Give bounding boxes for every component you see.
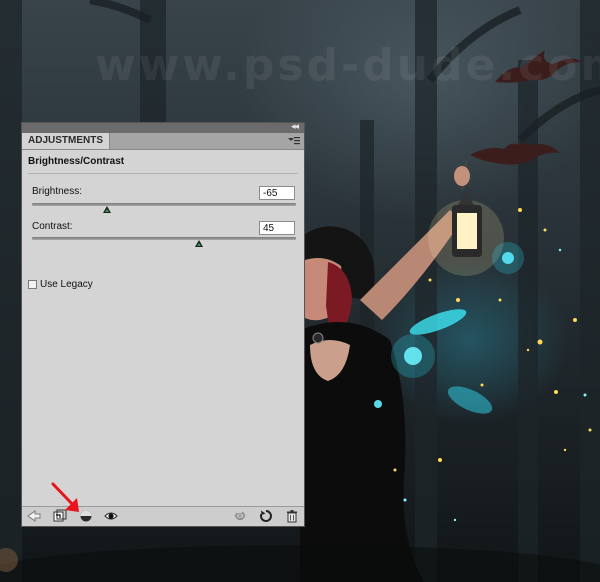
brightness-value-input[interactable]	[259, 186, 295, 200]
use-legacy-label: Use Legacy	[40, 279, 93, 290]
reset-icon[interactable]	[259, 509, 273, 523]
panel-tab-bar: ADJUSTMENTS	[22, 133, 304, 150]
title-divider	[28, 173, 298, 174]
view-previous-icon[interactable]	[233, 509, 247, 523]
use-legacy-checkbox[interactable]	[28, 280, 37, 289]
annotation-arrow-icon	[51, 482, 79, 512]
contrast-slider-thumb[interactable]	[195, 240, 204, 247]
canvas-scene: www.psd-dude.com ◂◂ ADJUSTMENTS Brightne…	[0, 0, 600, 582]
eye-icon[interactable]	[104, 509, 118, 523]
adjustments-panel: ◂◂ ADJUSTMENTS Brightness/Contrast Brigh…	[21, 122, 305, 527]
panel-title-bar: ◂◂	[22, 121, 304, 133]
panel-menu-icon[interactable]	[288, 136, 300, 146]
brightness-slider-thumb[interactable]	[102, 206, 111, 213]
tab-adjustments[interactable]: ADJUSTMENTS	[22, 133, 111, 149]
back-arrow-icon[interactable]	[27, 509, 41, 523]
brightness-label: Brightness:	[32, 186, 83, 197]
brightness-slider-track[interactable]	[32, 203, 296, 206]
contrast-value-input[interactable]	[259, 221, 295, 235]
adjustment-title: Brightness/Contrast	[28, 156, 125, 167]
trash-icon[interactable]	[285, 509, 299, 523]
collapse-panel-button[interactable]: ◂◂	[291, 121, 299, 133]
watermark-text: www.psd-dude.com	[95, 40, 600, 91]
contrast-slider-track[interactable]	[32, 237, 296, 240]
contrast-label: Contrast:	[32, 221, 73, 232]
